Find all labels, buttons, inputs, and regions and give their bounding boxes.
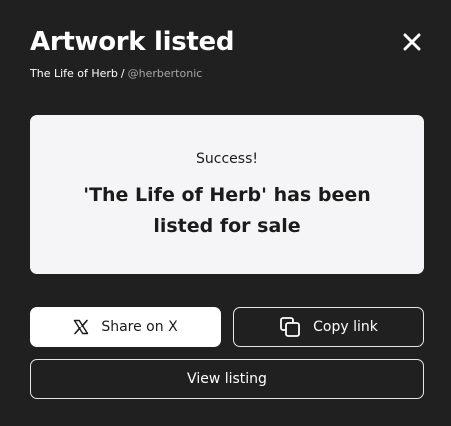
close-button[interactable] bbox=[398, 28, 426, 56]
view-listing-button[interactable]: View listing bbox=[30, 359, 424, 399]
subtitle-separator: / bbox=[120, 67, 125, 80]
artwork-subtitle: The Life of Herb / @herbertonic bbox=[30, 66, 202, 82]
dialog-title: Artwork listed bbox=[30, 27, 235, 57]
artist-handle: @herbertonic bbox=[127, 67, 203, 80]
artwork-name: The Life of Herb bbox=[30, 67, 118, 80]
success-status: Success! bbox=[196, 151, 258, 167]
close-icon bbox=[403, 33, 421, 51]
share-on-x-button[interactable]: Share on X bbox=[30, 307, 221, 347]
share-button-label: Share on X bbox=[101, 319, 178, 335]
copy-icon bbox=[279, 316, 301, 338]
artwork-listed-dialog: Artwork listed The Life of Herb / @herbert… bbox=[0, 0, 451, 426]
success-message: 'The Life of Herb' has been listed for s… bbox=[83, 184, 371, 237]
copy-button-label: Copy link bbox=[313, 319, 378, 335]
copy-link-button[interactable]: Copy link bbox=[233, 307, 424, 347]
success-card: Success! 'The Life of Herb' has been lis… bbox=[30, 115, 424, 274]
view-listing-label: View listing bbox=[187, 371, 267, 387]
x-logo-icon bbox=[73, 319, 89, 335]
